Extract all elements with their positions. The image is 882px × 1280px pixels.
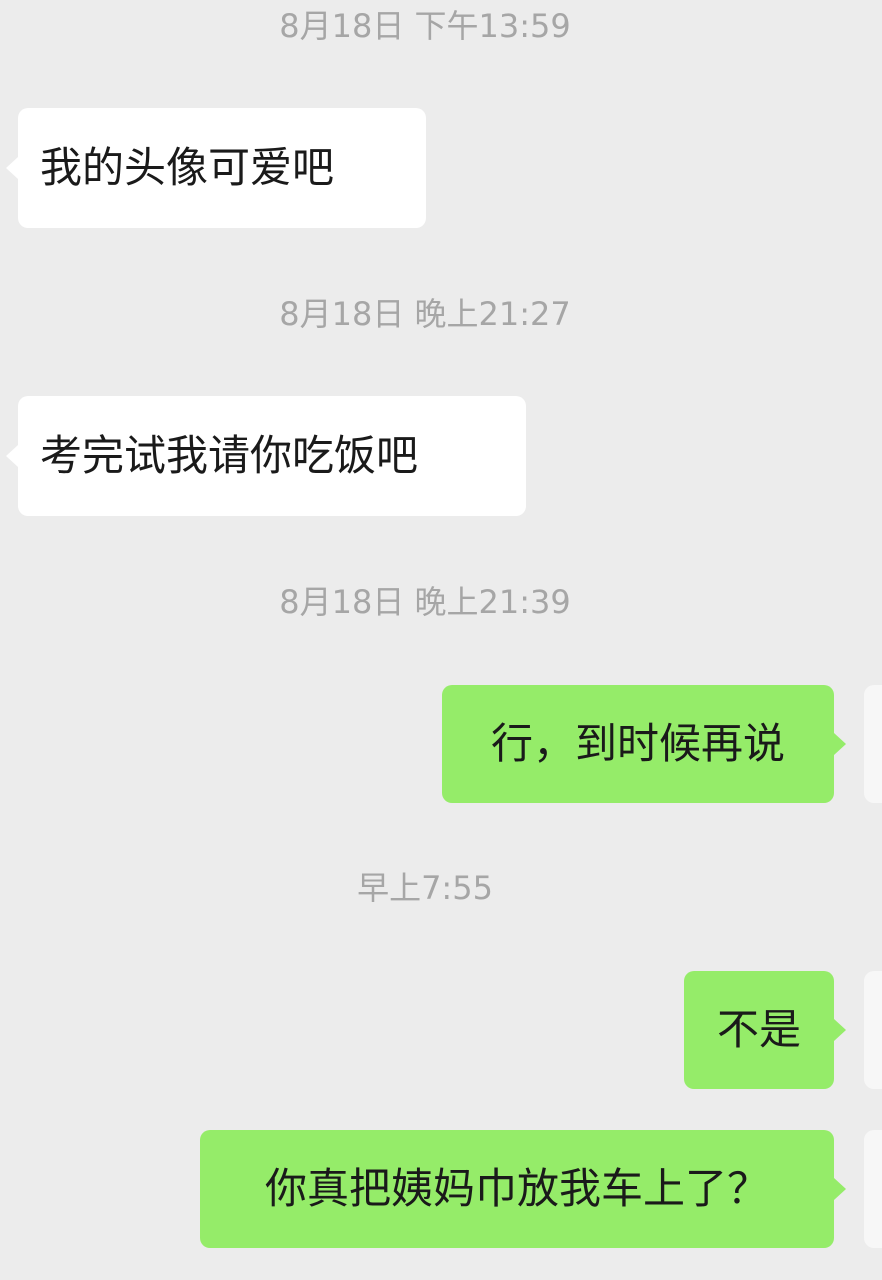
outgoing-message-bubble[interactable]: 你真把姨妈巾放我车上了？ bbox=[200, 1130, 846, 1248]
message-timestamp: 8月18日 晚上21:27 bbox=[279, 295, 571, 333]
message-text: 你真把姨妈巾放我车上了？ bbox=[264, 1164, 769, 1213]
bubble-tail bbox=[6, 157, 18, 179]
message-timestamp: 早上7:55 bbox=[357, 869, 493, 907]
avatar[interactable] bbox=[864, 1130, 882, 1248]
message-text: 行，到时候再说 bbox=[490, 719, 785, 768]
message-timestamp: 8月18日 下午13:59 bbox=[279, 7, 571, 45]
bubble-tail bbox=[834, 1178, 846, 1200]
bubble-tail bbox=[834, 733, 846, 755]
incoming-message-bubble[interactable]: 我的头像可爱吧 bbox=[6, 108, 426, 228]
message-text: 我的头像可爱吧 bbox=[40, 143, 335, 192]
outgoing-message-bubble[interactable]: 行，到时候再说 bbox=[442, 685, 846, 803]
message-text: 不是 bbox=[716, 1005, 801, 1054]
chat-message-list: 8月18日 下午13:59 我的头像可爱吧 8月18日 晚上21:27 考完试我… bbox=[0, 0, 882, 1280]
incoming-message-bubble[interactable]: 考完试我请你吃饭吧 bbox=[6, 396, 526, 516]
message-timestamp: 8月18日 晚上21:39 bbox=[279, 583, 571, 621]
outgoing-message-bubble[interactable]: 不是 bbox=[684, 971, 846, 1089]
avatar[interactable] bbox=[864, 685, 882, 803]
avatar[interactable] bbox=[864, 971, 882, 1089]
bubble-tail bbox=[6, 445, 18, 467]
bubble-tail bbox=[834, 1019, 846, 1041]
message-text: 考完试我请你吃饭吧 bbox=[40, 431, 419, 480]
